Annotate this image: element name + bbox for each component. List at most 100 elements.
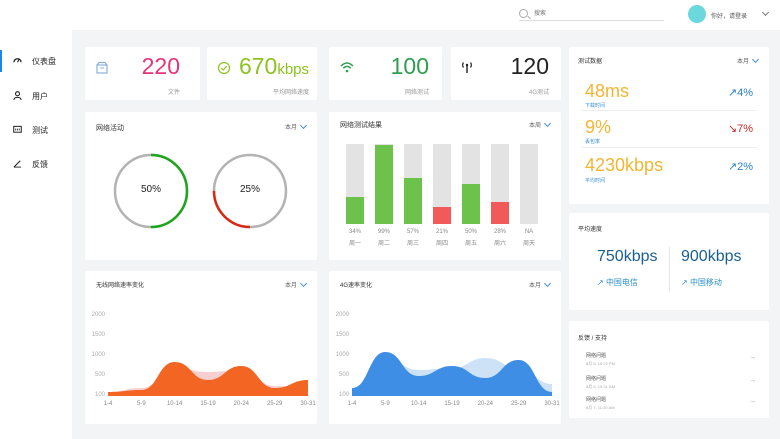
feedback-title: 网络问题 — [586, 353, 607, 359]
stat-card-4g-test: 120 4G测试 — [451, 47, 561, 100]
search-icon[interactable] — [519, 9, 528, 18]
feedback-title: 网络问题 — [586, 397, 607, 403]
search-input[interactable] — [534, 9, 659, 19]
stat-card-network-test: 100 网络测试 — [329, 47, 442, 100]
avg-speed-telecom: 750kbps — [597, 248, 658, 265]
period-select[interactable]: 本月 — [529, 280, 541, 289]
arrow-up-icon: ↗ — [597, 278, 606, 287]
network-test-card: 网络测试结果 本周 34% 周一 99% 周二 57% 周三 21% 周四 50% 周五 28% 周六… — [329, 112, 561, 260]
feedback-item[interactable]: 网络问题 8月 5, 16:22 PM → — [586, 352, 756, 367]
feedback-icon — [13, 160, 22, 168]
y-tick-label: 1500 — [335, 332, 349, 338]
area-series — [352, 352, 552, 396]
card-title: 4G速率变化 — [340, 283, 373, 289]
stat-label: 4G测试 — [528, 90, 549, 96]
y-tick-label: 2000 — [335, 312, 349, 318]
bar-track — [404, 144, 422, 224]
stat-value: 220 — [141, 53, 180, 79]
chevron-down-icon[interactable] — [761, 8, 770, 17]
test-data-card: 测试数据 本月 48ms 下载时间 ↗4% 9% 丢包率 ↘7% 4230kbp… — [569, 47, 769, 204]
search-box[interactable] — [519, 9, 664, 21]
metric-avg-time: 4230kbps — [585, 155, 664, 175]
metric-label: 下载时间 — [585, 103, 606, 109]
avg-speed-card: 平均速度 750kbps ↗ 中国电信 900kbps ↗ 中国移动 — [569, 213, 769, 310]
x-tick-label: 30-31 — [544, 401, 560, 407]
metric-download-time: 48ms — [585, 81, 630, 101]
avg-speed-label: ↗ 中国电信 — [597, 278, 638, 287]
feedback-item[interactable]: 网络问题 8月 7, 11:20 AM → — [586, 396, 756, 411]
bar-value-label: 34% — [348, 229, 361, 235]
bar-track — [491, 144, 509, 224]
sidebar-item-label: 仪表盘 — [32, 57, 56, 66]
bar-value-label: 50% — [464, 229, 477, 235]
stat-value: 120 — [510, 53, 549, 79]
bar-value-label: 57% — [406, 229, 419, 235]
period-select[interactable]: 本月 — [737, 56, 749, 65]
bar-category-label: 周天 — [522, 241, 535, 247]
bar-track — [520, 144, 538, 224]
x-tick-label: 5-9 — [136, 401, 146, 407]
bar-category-label: 周一 — [348, 241, 361, 247]
sidebar-item-label: 用户 — [32, 92, 48, 101]
feedback-item[interactable]: 网络问题 8月 6, 10:31 AM → — [586, 375, 756, 390]
metric-label: 平均时间 — [585, 178, 606, 184]
metric-label: 丢包率 — [585, 139, 601, 145]
period-select[interactable]: 本月 — [285, 280, 297, 289]
arrow-right-icon[interactable]: → — [749, 377, 756, 384]
metric-packet-loss: 9% — [585, 117, 612, 137]
bar-category-label: 周四 — [435, 241, 448, 247]
avatar[interactable] — [688, 5, 706, 23]
metric-change: ↘7% — [727, 123, 753, 135]
y-tick-label: 100 — [94, 392, 105, 398]
divider — [581, 110, 757, 111]
area-chart — [352, 352, 552, 396]
period-select[interactable]: 本周 — [529, 120, 541, 129]
stat-label: 平均网络速度 — [272, 90, 309, 96]
y-tick-label: 500 — [338, 372, 349, 378]
feedback-title: 网络问题 — [586, 376, 607, 382]
avg-speed-label: ↗ 中国移动 — [681, 278, 722, 287]
ring-label: 25% — [240, 184, 261, 195]
sidebar-item-label: 测试 — [32, 126, 48, 135]
card-title: 网络活动 — [96, 125, 124, 132]
bar-track — [375, 144, 393, 224]
sidebar-item-dashboard[interactable]: 仪表盘 — [0, 50, 72, 72]
stat-card-avg-speed: 670kbps 平均网络速度 — [207, 47, 317, 100]
stat-label: 网络测试 — [404, 90, 429, 96]
x-tick-label: 20-24 — [233, 401, 249, 407]
x-tick-label: 15-19 — [200, 401, 216, 407]
avg-speed-mobile: 900kbps — [681, 248, 742, 265]
arrow-right-icon[interactable]: → — [749, 354, 756, 361]
feedback-card: 反馈 / 支持 网络问题 8月 5, 16:22 PM → 网络问题 8月 6,… — [569, 321, 769, 418]
card-title: 反馈 / 支持 — [578, 336, 608, 342]
login-greeting[interactable]: 你好，请登录 — [711, 11, 747, 20]
top-bar: 你好，请登录 — [0, 0, 780, 30]
sidebar-item-feedback[interactable]: 反馈 — [0, 153, 72, 175]
antenna-icon — [462, 62, 472, 73]
sidebar-item-users[interactable]: 用户 — [0, 85, 72, 107]
feedback-time: 8月 7, 11:20 AM — [586, 405, 615, 410]
bar — [375, 144, 393, 224]
divider — [669, 247, 670, 291]
y-tick-label: 2000 — [91, 312, 105, 318]
4g-speed-card: 4G速率变化 本月 2000 1500 1000 500 100 1-4 5-9 10-14 1… — [329, 271, 561, 424]
feedback-time: 8月 6, 10:31 AM — [586, 384, 615, 389]
card-title: 平均速度 — [578, 227, 603, 233]
arrow-up-icon: ↗ — [681, 278, 690, 287]
test-icon — [13, 125, 22, 133]
x-tick-label: 20-24 — [477, 401, 493, 407]
sidebar-item-test[interactable]: 测试 — [0, 119, 72, 141]
arrow-up-icon: ↗ — [727, 161, 738, 173]
period-select[interactable]: 本月 — [285, 122, 297, 131]
y-tick-label: 500 — [94, 372, 105, 378]
arrow-right-icon[interactable]: → — [749, 398, 756, 405]
x-tick-label: 25-29 — [510, 401, 527, 407]
bar-category-label: 周六 — [493, 241, 506, 247]
arrow-down-icon: ↘ — [727, 123, 738, 135]
file-icon — [96, 61, 108, 74]
x-tick-label: 15-19 — [444, 401, 460, 407]
x-tick-label: 1-4 — [347, 401, 357, 407]
bar — [462, 184, 480, 224]
dashboard-icon — [13, 58, 22, 63]
sidebar: 仪表盘 用户 测试 反馈 — [0, 30, 72, 439]
